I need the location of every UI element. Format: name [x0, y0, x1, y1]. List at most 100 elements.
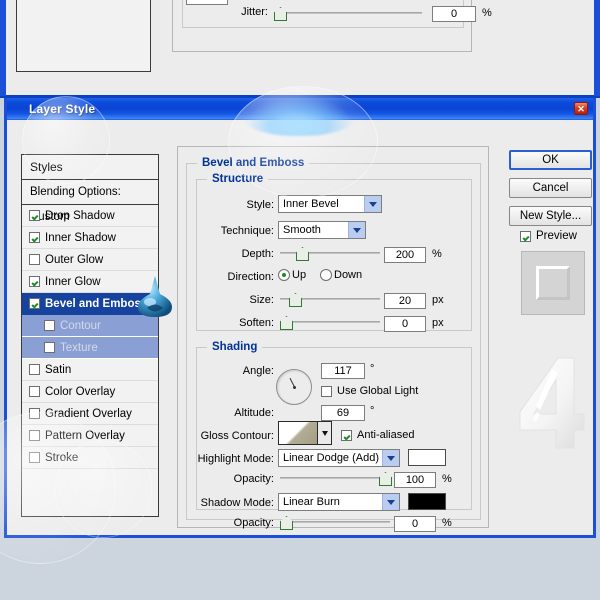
checkbox-use-global-light[interactable] — [321, 385, 332, 397]
altitude-unit: ° — [370, 405, 375, 417]
checkbox-drop-shadow[interactable] — [29, 210, 40, 221]
altitude-label: Altitude: — [234, 407, 274, 419]
style-dropdown[interactable]: Inner Bevel — [278, 195, 382, 213]
checkbox-gradient-overlay[interactable] — [29, 408, 40, 419]
highlight-mode-value: Linear Dodge (Add) — [283, 452, 380, 464]
styles-item-satin[interactable]: Satin — [22, 359, 158, 381]
direction-down-radio[interactable]: Down — [320, 269, 362, 281]
shadow-color-swatch[interactable] — [408, 493, 446, 510]
dialog-body: Styles Blending Options: Custom Drop Sha… — [7, 120, 593, 535]
preview-checkbox[interactable]: Preview — [520, 230, 577, 242]
styles-item-label: Stroke — [45, 451, 79, 464]
layer-style-dialog: Layer Style ✕ Styles Blending Options: C… — [4, 98, 596, 538]
dialog-titlebar[interactable]: Layer Style ✕ — [7, 98, 593, 120]
styles-item-stroke[interactable]: Stroke — [22, 447, 158, 469]
technique-dropdown[interactable]: Smooth — [278, 221, 366, 239]
ok-button[interactable]: OK — [509, 150, 592, 170]
highlight-opacity-label: Opacity: — [233, 473, 274, 485]
styles-item-label: Inner Glow — [45, 275, 101, 288]
chevron-down-icon[interactable] — [318, 421, 332, 445]
slider-thumb[interactable] — [280, 516, 293, 530]
styles-item-inner-glow[interactable]: Inner Glow — [22, 271, 158, 293]
technique-dropdown-value: Smooth — [283, 224, 321, 236]
slider-thumb[interactable] — [274, 7, 287, 21]
use-global-light-label: Use Global Light — [337, 385, 419, 397]
shadow-opacity-field[interactable]: 0 — [394, 516, 436, 532]
styles-item-inner-shadow[interactable]: Inner Shadow — [22, 227, 158, 249]
checkbox-contour[interactable] — [44, 320, 55, 331]
highlight-opacity-field[interactable]: 100 — [394, 472, 436, 488]
highlight-mode-dropdown[interactable]: Linear Dodge (Add) — [278, 449, 400, 467]
background-jitter-field[interactable]: 0 — [432, 6, 476, 22]
style-label: Style: — [246, 199, 274, 211]
checkbox-stroke[interactable] — [29, 452, 40, 463]
background-dialog: Jitter: 0 % — [0, 0, 600, 98]
chevron-down-icon[interactable] — [348, 222, 365, 238]
direction-up-radio[interactable]: Up — [278, 269, 306, 281]
altitude-field[interactable]: 69 — [321, 405, 365, 421]
highlight-opacity-slider[interactable] — [280, 471, 392, 486]
checkbox-anti-aliased[interactable] — [341, 429, 352, 441]
background-jitter-slider[interactable] — [274, 6, 422, 21]
shading-group-title: Shading — [207, 341, 263, 353]
shadow-mode-dropdown[interactable]: Linear Burn — [278, 493, 400, 511]
styles-item-pattern-overlay[interactable]: Pattern Overlay — [22, 425, 158, 447]
styles-item-contour[interactable]: Contour — [22, 315, 158, 337]
checkbox-texture[interactable] — [44, 342, 55, 353]
checkbox-inner-shadow[interactable] — [29, 232, 40, 243]
structure-group-title: Structure — [207, 173, 269, 185]
styles-item-label: Satin — [45, 363, 72, 376]
styles-list-header: Styles — [22, 155, 158, 180]
slider-track — [274, 12, 422, 14]
settings-panel: Bevel and Emboss Structure Style: Inner … — [177, 146, 489, 532]
size-field[interactable]: 20 — [384, 293, 426, 309]
styles-item-color-overlay[interactable]: Color Overlay — [22, 381, 158, 403]
gloss-contour-thumbnail[interactable] — [278, 421, 318, 445]
chevron-down-icon[interactable] — [382, 450, 399, 466]
checkbox-bevel-and-emboss[interactable] — [29, 298, 40, 309]
checkbox-satin[interactable] — [29, 364, 40, 375]
soften-field[interactable]: 0 — [384, 316, 426, 332]
cancel-button[interactable]: Cancel — [509, 178, 592, 198]
slider-thumb[interactable] — [289, 293, 302, 307]
new-style-button[interactable]: New Style... — [509, 206, 592, 226]
direction-down-label: Down — [334, 269, 363, 281]
checkbox-pattern-overlay[interactable] — [29, 430, 40, 441]
slider-thumb[interactable] — [280, 316, 293, 330]
styles-item-texture[interactable]: Texture — [22, 337, 158, 359]
checkbox-outer-glow[interactable] — [29, 254, 40, 265]
radio-up[interactable] — [278, 269, 290, 281]
shadow-mode-label: Shadow Mode: — [200, 497, 274, 509]
angle-unit: ° — [370, 363, 375, 375]
depth-slider[interactable] — [280, 246, 380, 261]
use-global-light-checkbox[interactable]: Use Global Light — [321, 385, 418, 397]
chevron-down-icon[interactable] — [364, 196, 381, 212]
styles-item-outer-glow[interactable]: Outer Glow — [22, 249, 158, 271]
radio-down[interactable] — [320, 269, 332, 281]
angle-dial[interactable] — [276, 369, 312, 405]
soften-slider[interactable] — [280, 315, 380, 330]
highlight-opacity-unit: % — [442, 473, 452, 485]
styles-item-label: Pattern Overlay — [45, 429, 125, 442]
slider-thumb[interactable] — [296, 247, 309, 261]
style-dropdown-value: Inner Bevel — [283, 198, 339, 210]
styles-item-bevel-and-emboss[interactable]: Bevel and Emboss — [22, 293, 158, 315]
size-slider[interactable] — [280, 292, 380, 307]
styles-item-label: Color Overlay — [45, 385, 116, 398]
close-icon[interactable]: ✕ — [574, 102, 588, 115]
depth-field[interactable]: 200 — [384, 247, 426, 263]
styles-item-blending-options[interactable]: Blending Options: Custom — [22, 180, 158, 223]
shadow-opacity-slider[interactable] — [280, 515, 390, 530]
styles-item-gradient-overlay[interactable]: Gradient Overlay — [22, 403, 158, 425]
angle-field[interactable]: 117 — [321, 363, 365, 379]
chevron-down-icon[interactable] — [382, 494, 399, 510]
checkbox-color-overlay[interactable] — [29, 386, 40, 397]
checkbox-inner-glow[interactable] — [29, 276, 40, 287]
size-unit: px — [432, 294, 444, 306]
anti-aliased-checkbox[interactable]: Anti-aliased — [341, 429, 414, 441]
checkbox-preview[interactable] — [520, 230, 531, 242]
background-listbox — [16, 0, 151, 72]
highlight-color-swatch[interactable] — [408, 449, 446, 466]
shadow-opacity-label: Opacity: — [233, 517, 274, 529]
background-jitter-unit: % — [482, 7, 492, 19]
